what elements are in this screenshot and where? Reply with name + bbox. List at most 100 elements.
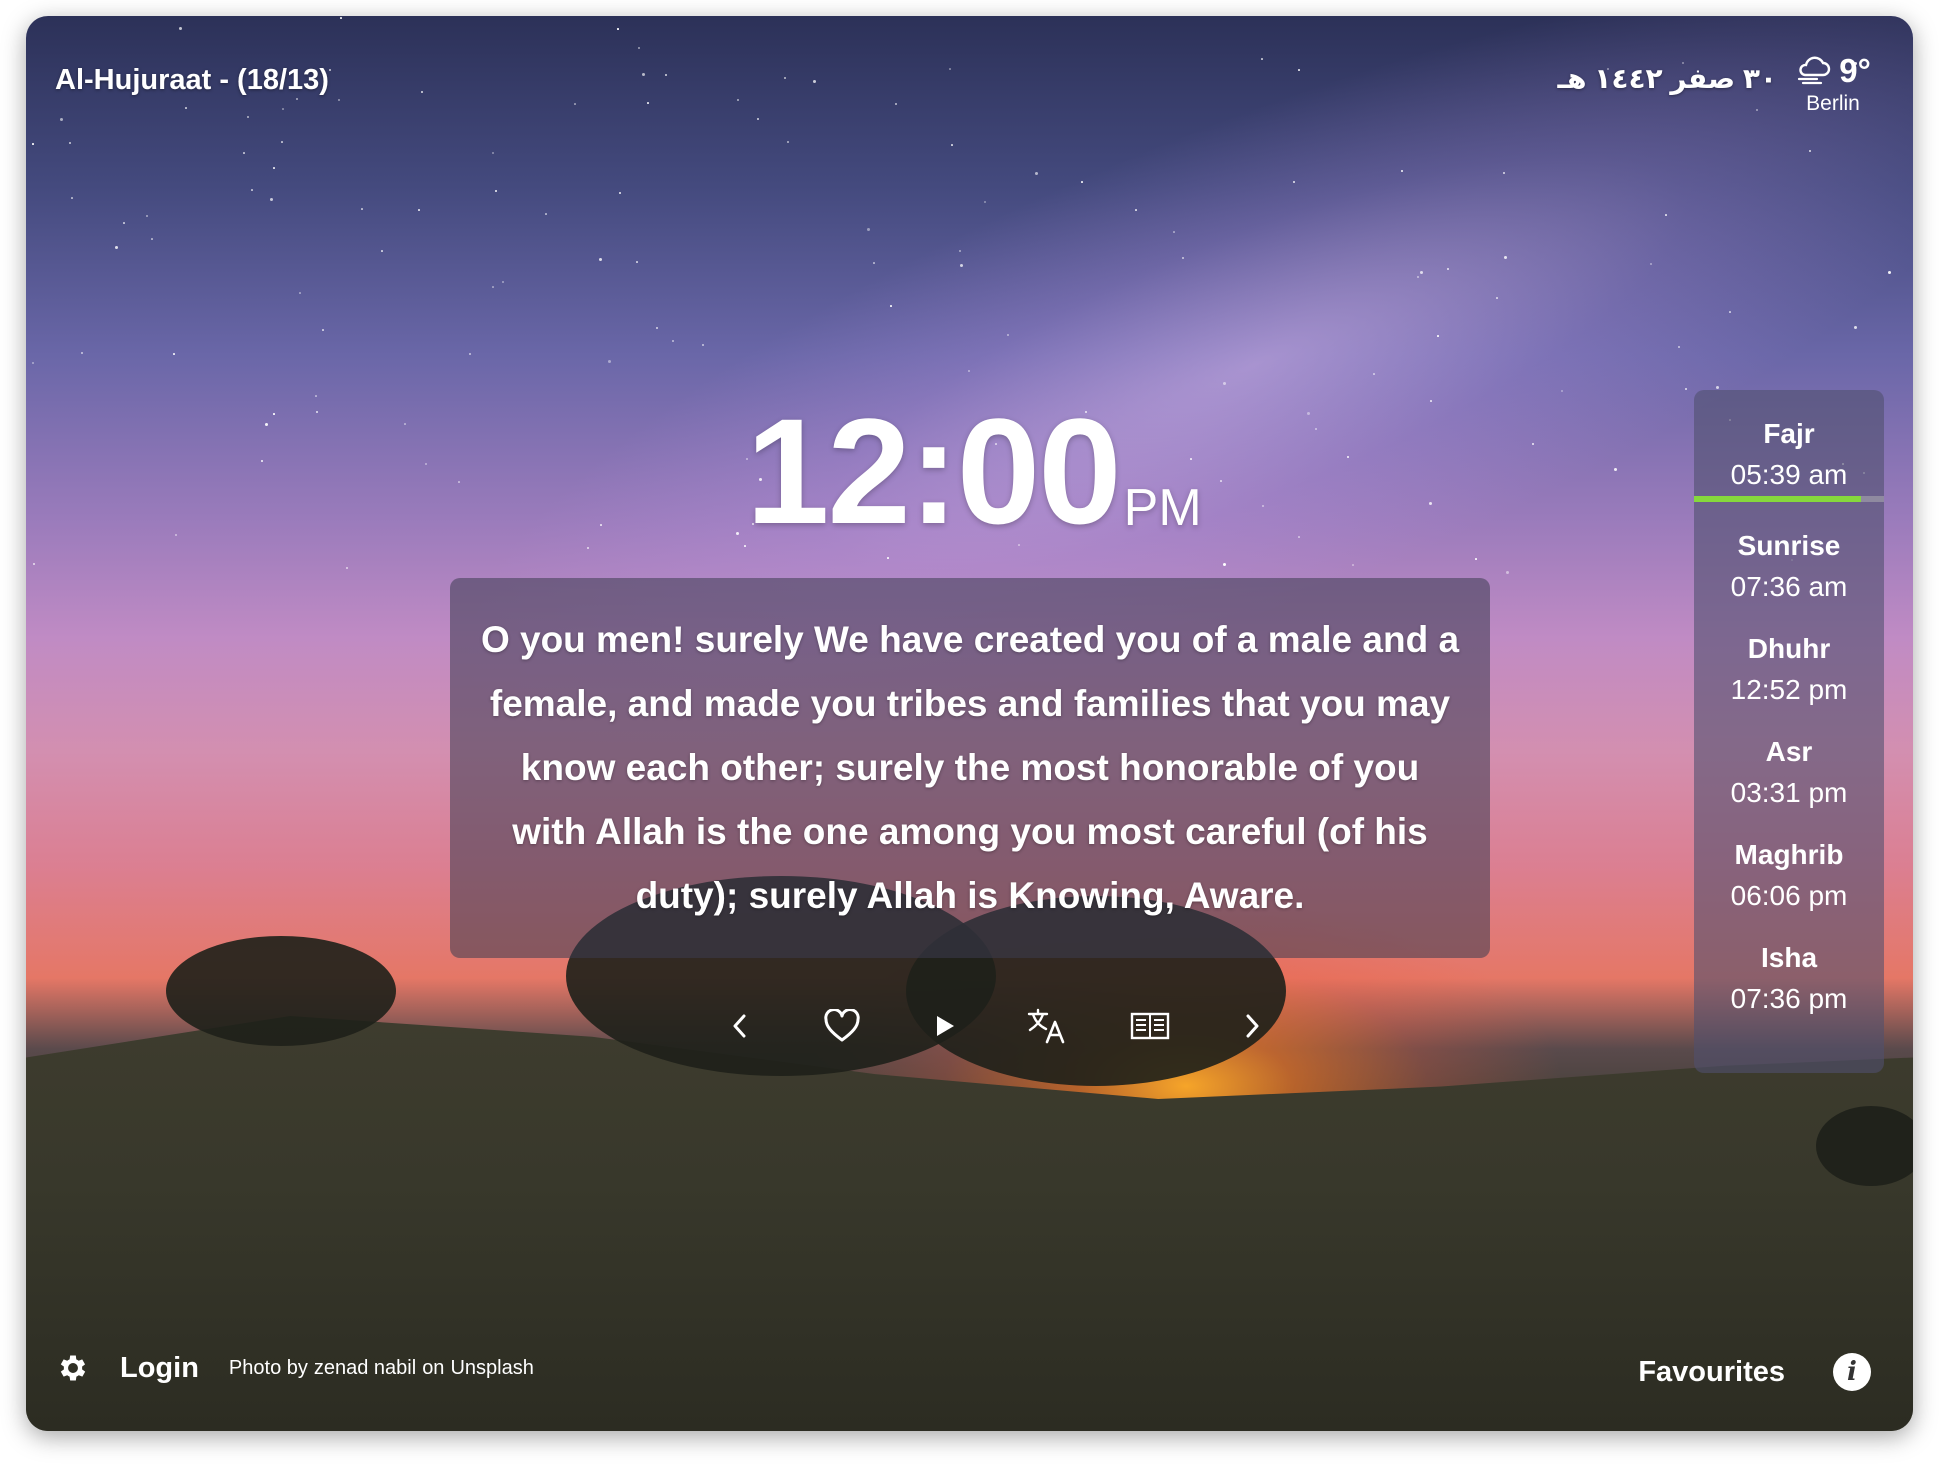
star <box>895 103 897 105</box>
star <box>545 213 547 215</box>
star <box>69 142 71 144</box>
star <box>1503 172 1505 174</box>
verse-controls <box>716 1001 1276 1051</box>
star <box>270 198 273 201</box>
photo-credit-on: on <box>422 1356 445 1379</box>
current-prayer: Fajr 05:39 am <box>1694 390 1884 502</box>
prev-verse-button[interactable] <box>716 1002 764 1050</box>
chevron-left-icon <box>731 1013 749 1039</box>
star <box>787 141 789 143</box>
star <box>404 423 406 425</box>
info-icon[interactable]: i <box>1833 1353 1871 1391</box>
weather-widget[interactable]: 9° Berlin <box>1783 52 1883 116</box>
star <box>281 141 283 143</box>
prayer-progress-bar <box>1694 496 1862 502</box>
photo-credit: Photo by zenad nabil on Unsplash <box>229 1357 540 1380</box>
prayer-item-dhuhr: Dhuhr 12:52 pm <box>1694 621 1884 724</box>
star <box>282 108 284 110</box>
star <box>346 567 348 569</box>
star <box>261 460 263 462</box>
star <box>273 167 275 169</box>
photo-credit-prefix: Photo by <box>228 1356 308 1379</box>
star <box>1504 256 1507 259</box>
star <box>251 189 253 191</box>
favourite-button[interactable] <box>818 1002 866 1050</box>
footer-right: Favourites i <box>1638 1353 1871 1391</box>
weather-temperature: 9° <box>1839 52 1871 89</box>
star <box>737 99 739 101</box>
star <box>574 103 576 105</box>
star <box>672 340 674 342</box>
star <box>33 563 35 565</box>
star <box>458 481 460 483</box>
cloudy-wind-icon <box>1795 53 1835 90</box>
prayer-item-sunrise: Sunrise 07:36 am <box>1694 518 1884 621</box>
star <box>1262 505 1264 507</box>
star <box>173 353 175 355</box>
star <box>757 118 759 120</box>
star <box>608 360 611 363</box>
read-surah-button[interactable] <box>1126 1002 1174 1050</box>
star <box>247 116 249 118</box>
prayer-item-asr: Asr 03:31 pm <box>1694 724 1884 827</box>
clock-ampm: PM <box>1123 479 1202 537</box>
next-verse-button[interactable] <box>1228 1002 1276 1050</box>
star <box>1716 386 1719 389</box>
heart-icon <box>823 1009 861 1043</box>
star <box>1220 480 1222 482</box>
star <box>984 201 986 203</box>
weather-city: Berlin <box>1806 92 1860 115</box>
surah-reference[interactable]: Al-Hujuraat - (18/13) <box>55 64 329 97</box>
prayer-name: Maghrib <box>1734 839 1844 870</box>
favourites-button[interactable]: Favourites <box>1638 1356 1785 1389</box>
play-audio-button[interactable] <box>921 1002 969 1050</box>
photographer-link[interactable]: zenad nabil <box>314 1357 416 1379</box>
star <box>1532 443 1534 445</box>
star <box>1315 428 1317 430</box>
footer-left: Login Photo by zenad nabil on Unsplash <box>56 1351 540 1385</box>
gear-icon[interactable] <box>56 1351 90 1385</box>
star <box>1854 326 1857 329</box>
star <box>1293 181 1295 183</box>
bush-left <box>166 936 396 1046</box>
translate-button[interactable] <box>1023 1002 1071 1050</box>
unsplash-link[interactable]: Unsplash <box>450 1357 533 1379</box>
prayer-item-maghrib: Maghrib 06:06 pm <box>1694 827 1884 930</box>
star <box>647 102 649 104</box>
hijri-date: ٣٠ صفر ١٤٤٢ هـ <box>1557 63 1778 94</box>
star <box>617 28 619 30</box>
star <box>960 264 963 267</box>
star <box>656 327 658 329</box>
star <box>322 329 324 331</box>
star <box>1650 263 1652 265</box>
star <box>736 532 739 535</box>
star <box>1307 412 1310 415</box>
star <box>1373 373 1375 375</box>
star <box>1223 382 1226 385</box>
login-button[interactable]: Login <box>120 1352 199 1385</box>
star <box>381 250 383 252</box>
star <box>81 352 83 354</box>
star <box>1614 468 1617 471</box>
star <box>1496 297 1498 299</box>
prayer-time: 12:52 pm <box>1730 674 1848 705</box>
star <box>418 209 420 211</box>
prayer-time: 07:36 am <box>1730 571 1848 602</box>
star <box>425 463 427 465</box>
star <box>636 261 638 263</box>
star <box>32 362 34 364</box>
star <box>890 305 892 307</box>
star <box>146 215 148 217</box>
star <box>1685 388 1687 390</box>
prayer-times-panel: Fajr 05:39 am Sunrise 07:36 am Dhuhr 12:… <box>1694 390 1884 1073</box>
star <box>60 118 63 121</box>
star <box>115 246 118 249</box>
star <box>185 107 187 109</box>
star <box>1173 231 1175 233</box>
star <box>1429 502 1432 505</box>
star <box>32 143 34 145</box>
star <box>1261 58 1263 60</box>
star <box>1223 563 1226 566</box>
prayer-time: 03:31 pm <box>1730 777 1848 808</box>
prayer-name: Isha <box>1760 942 1818 973</box>
